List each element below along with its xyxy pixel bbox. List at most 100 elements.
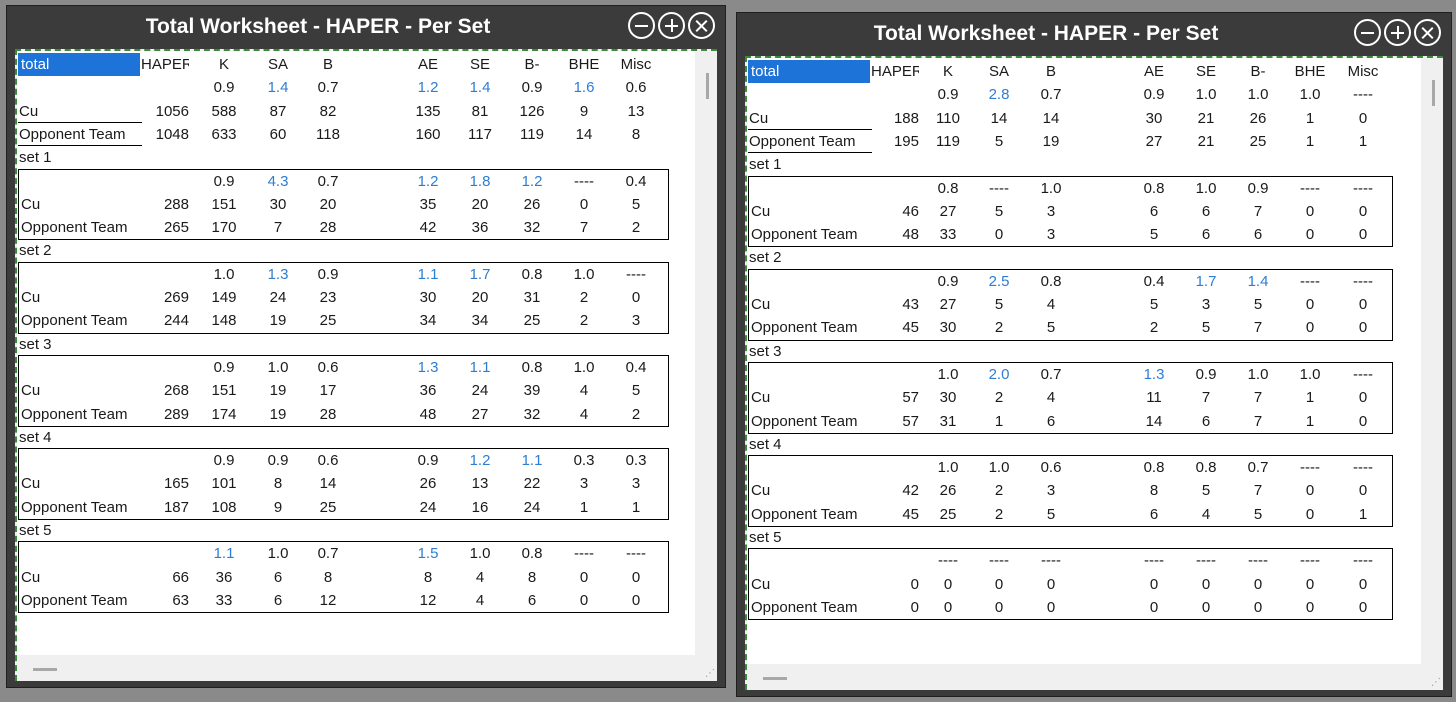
ratio-cell[interactable]: 0.4 [615, 356, 657, 379]
ratio-cell[interactable]: 0.9 [203, 170, 245, 193]
ratio-cell[interactable]: 0.7 [307, 76, 349, 99]
value-cell[interactable]: 0 [1289, 293, 1331, 316]
value-cell[interactable]: 3 [615, 472, 657, 495]
value-cell[interactable]: 3 [615, 309, 657, 332]
ratio-cell[interactable]: 0.3 [615, 449, 657, 472]
value-cell[interactable]: 5 [1237, 293, 1279, 316]
value-cell[interactable]: 0 [927, 573, 969, 596]
value-cell[interactable]: 25 [307, 309, 349, 332]
value-cell[interactable]: 7 [1237, 200, 1279, 223]
value-cell[interactable]: 0 [563, 589, 605, 612]
value-cell[interactable]: 149 [203, 286, 245, 309]
value-cell[interactable]: 6 [1030, 410, 1072, 433]
ratio-cell[interactable]: 1.4 [459, 76, 501, 99]
value-cell[interactable]: 289 [141, 403, 189, 426]
row-label[interactable]: Opponent Team [21, 216, 141, 239]
ratio-cell[interactable]: 0.9 [407, 449, 449, 472]
value-cell[interactable]: 19 [1030, 130, 1072, 153]
value-cell[interactable]: 45 [871, 316, 919, 339]
value-cell[interactable]: 3 [1030, 223, 1072, 246]
value-cell[interactable]: 126 [511, 100, 553, 123]
value-cell[interactable]: 0 [1342, 107, 1384, 130]
set-label[interactable]: set 1 [749, 153, 859, 176]
set-label[interactable]: set 3 [19, 333, 129, 356]
ratio-cell[interactable]: ---- [1030, 549, 1072, 572]
value-cell[interactable]: 28 [307, 216, 349, 239]
horizontal-scroll-thumb[interactable] [33, 668, 57, 671]
ratio-cell[interactable]: 0.6 [307, 449, 349, 472]
ratio-cell[interactable]: ---- [1289, 270, 1331, 293]
value-cell[interactable]: 32 [511, 403, 553, 426]
worksheet-grid[interactable]: total HAPER K SA B AE SE B- BHE Misc 0.9 1.4 0.7 1.2 1… [17, 51, 695, 655]
value-cell[interactable]: 17 [307, 379, 349, 402]
value-cell[interactable]: 2 [563, 309, 605, 332]
value-cell[interactable]: 0 [1342, 293, 1384, 316]
value-cell[interactable]: 3 [563, 472, 605, 495]
column-header[interactable]: B [1030, 60, 1072, 83]
minimize-icon[interactable] [1354, 19, 1381, 46]
ratio-cell[interactable]: 0.8 [1133, 177, 1175, 200]
ratio-cell[interactable]: 0.8 [927, 177, 969, 200]
ratio-cell[interactable]: ---- [563, 170, 605, 193]
vertical-scrollbar[interactable] [1421, 58, 1443, 664]
row-label[interactable]: Opponent Team [751, 596, 871, 619]
value-cell[interactable]: 19 [257, 403, 299, 426]
ratio-cell[interactable]: ---- [1342, 83, 1384, 106]
ratio-cell[interactable]: 0.9 [511, 76, 553, 99]
value-cell[interactable]: 195 [871, 130, 919, 153]
value-cell[interactable]: 4 [1185, 503, 1227, 526]
value-cell[interactable]: 7 [1237, 386, 1279, 409]
ratio-cell[interactable]: 1.6 [563, 76, 605, 99]
value-cell[interactable]: 188 [871, 107, 919, 130]
ratio-cell[interactable]: ---- [615, 263, 657, 286]
column-header[interactable]: BHE [563, 53, 605, 76]
value-cell[interactable]: 30 [257, 193, 299, 216]
value-cell[interactable]: 4 [459, 566, 501, 589]
resize-grip-icon[interactable]: ⋰ [1431, 678, 1441, 688]
ratio-cell[interactable]: 0.9 [257, 449, 299, 472]
value-cell[interactable]: 6 [1237, 223, 1279, 246]
ratio-cell[interactable]: ---- [1342, 549, 1384, 572]
value-cell[interactable]: 4 [459, 589, 501, 612]
value-cell[interactable]: 1 [1289, 386, 1331, 409]
ratio-cell[interactable]: 0.9 [1237, 177, 1279, 200]
value-cell[interactable]: 33 [927, 223, 969, 246]
close-icon[interactable] [1414, 19, 1441, 46]
value-cell[interactable]: 82 [307, 100, 349, 123]
column-header[interactable]: K [927, 60, 969, 83]
ratio-cell[interactable]: 1.0 [257, 542, 299, 565]
ratio-cell[interactable]: 1.0 [1237, 363, 1279, 386]
ratio-cell[interactable]: 0.8 [1030, 270, 1072, 293]
value-cell[interactable]: 0 [1342, 200, 1384, 223]
value-cell[interactable]: 5 [1030, 503, 1072, 526]
ratio-cell[interactable]: 0.8 [511, 263, 553, 286]
value-cell[interactable]: 0 [615, 589, 657, 612]
value-cell[interactable]: 2 [978, 386, 1020, 409]
value-cell[interactable]: 5 [615, 379, 657, 402]
value-cell[interactable]: 0 [1030, 596, 1072, 619]
value-cell[interactable]: 6 [1185, 410, 1227, 433]
value-cell[interactable]: 12 [307, 589, 349, 612]
value-cell[interactable]: 0 [978, 573, 1020, 596]
value-cell[interactable]: 6 [1185, 200, 1227, 223]
close-icon[interactable] [688, 12, 715, 39]
value-cell[interactable]: 0 [1289, 596, 1331, 619]
title-bar[interactable]: Total Worksheet - HAPER - Per Set [7, 6, 725, 48]
value-cell[interactable]: 6 [1185, 223, 1227, 246]
value-cell[interactable]: 19 [257, 309, 299, 332]
column-header[interactable]: B- [511, 53, 553, 76]
value-cell[interactable]: 24 [407, 496, 449, 519]
ratio-cell[interactable]: 2.8 [978, 83, 1020, 106]
value-cell[interactable]: 269 [141, 286, 189, 309]
value-cell[interactable]: 48 [871, 223, 919, 246]
value-cell[interactable]: 2 [978, 479, 1020, 502]
ratio-cell[interactable]: 1.0 [203, 263, 245, 286]
ratio-cell[interactable]: 0.3 [563, 449, 605, 472]
value-cell[interactable]: 57 [871, 386, 919, 409]
ratio-cell[interactable]: 2.5 [978, 270, 1020, 293]
value-cell[interactable]: 23 [307, 286, 349, 309]
value-cell[interactable]: 14 [978, 107, 1020, 130]
value-cell[interactable]: 8 [1133, 479, 1175, 502]
ratio-cell[interactable]: 0.7 [307, 542, 349, 565]
value-cell[interactable]: 0 [1185, 573, 1227, 596]
